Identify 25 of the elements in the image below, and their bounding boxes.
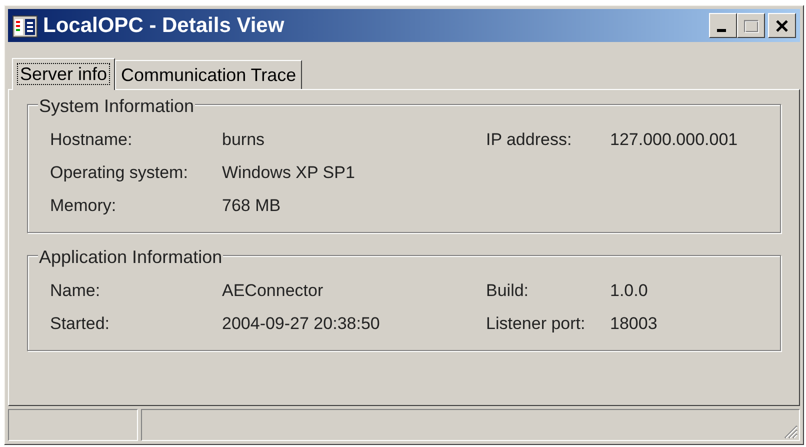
field-value: 2004-09-27 20:38:50 (222, 312, 381, 335)
field-label: Listener port: (486, 312, 586, 335)
tab[interactable]: Server info (12, 58, 116, 90)
field-label: IP address: (486, 128, 573, 151)
field-value: 127.000.000.001 (610, 128, 738, 151)
field-value: 1.0.0 (610, 280, 648, 302)
tab[interactable]: Communication Trace (115, 60, 302, 89)
close-button[interactable] (768, 13, 796, 38)
field-label: Memory: (50, 194, 118, 217)
field-label: Started: (50, 312, 111, 335)
maximize-icon (743, 18, 759, 32)
field-label: Operating system: (50, 162, 189, 184)
field-value: 18003 (610, 312, 658, 335)
close-icon (775, 18, 789, 32)
window-title: LocalOPC - Details View (43, 12, 286, 39)
app-icon (12, 14, 38, 38)
field-label: Hostname: (50, 128, 134, 151)
minimize-icon (717, 29, 726, 32)
field-value: AEConnector (222, 280, 324, 302)
field-label: Name: (50, 280, 102, 302)
minimize-button[interactable] (709, 13, 737, 38)
field-value: 768 MB (222, 194, 282, 217)
field-value: burns (222, 128, 266, 151)
field-label: Build: (486, 280, 530, 302)
field-value: Windows XP SP1 (222, 162, 356, 184)
